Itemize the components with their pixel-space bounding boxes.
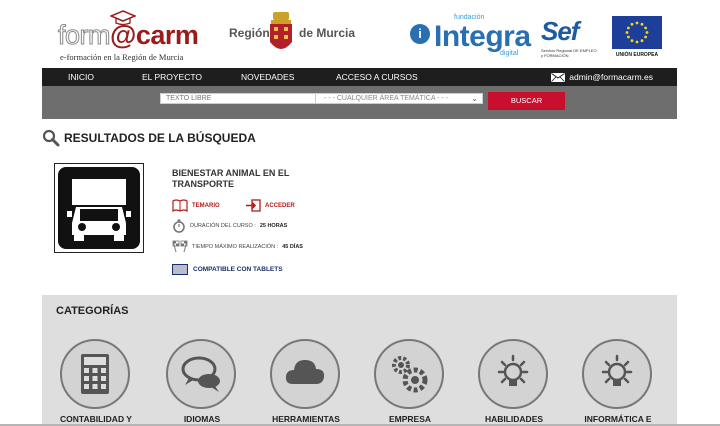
category-habilidades[interactable]: HABILIDADES: [464, 339, 560, 426]
coat-of-arms-icon: [270, 12, 292, 49]
categories-section: CATEGORÍAS CONTABILIDAD Y IDIOMAS HERRAM…: [42, 295, 677, 426]
cloud-icon: [285, 360, 325, 384]
category-informatica[interactable]: INFORMÁTICA E: [568, 339, 664, 426]
eu-logo[interactable]: UNIÓN EUROPEA: [612, 16, 662, 60]
gears-icon: [392, 356, 428, 393]
integra-i-icon: i: [410, 24, 430, 44]
main-nav: INICIO EL PROYECTO NOVEDADES ACCESO A CU…: [42, 68, 677, 86]
admin-email-link[interactable]: admin@formacarm.es: [551, 68, 653, 86]
region-murcia-logo[interactable]: Región de Murcia: [229, 12, 355, 62]
chevron-down-icon: ⌄: [471, 94, 478, 103]
login-arrow-icon: [246, 199, 261, 212]
envelope-icon: [551, 72, 566, 82]
course-image-truck[interactable]: [54, 163, 144, 253]
nav-item-novedades[interactable]: NOVEDADES: [241, 68, 294, 86]
eu-flag-icon: [612, 16, 662, 49]
temario-link[interactable]: TEMARIO: [172, 199, 220, 212]
category-empresa[interactable]: EMPRESA: [360, 339, 456, 426]
lightbulb-icon: [497, 354, 529, 386]
category-contabilidad[interactable]: CONTABILIDAD Y: [46, 339, 142, 426]
truck-icon: [67, 179, 131, 241]
magnifier-icon: [42, 129, 60, 147]
course-max-time: TIEMPO MÁXIMO REALIZACIÓN : 45 DÍAS: [172, 240, 303, 253]
categories-title: CATEGORÍAS: [56, 305, 129, 317]
calculator-icon: [81, 354, 109, 394]
sef-logo[interactable]: Sef Servicio Regional DE EMPLEO y FORMAC…: [541, 16, 597, 58]
site-header: form@carm e-formación en la Región de Mu…: [0, 0, 720, 68]
graduation-cap-icon: [110, 10, 136, 26]
speech-bubbles-icon: [181, 356, 220, 392]
search-button[interactable]: BUSCAR: [488, 92, 565, 110]
category-idiomas[interactable]: IDIOMAS: [152, 339, 248, 426]
thematic-area-select[interactable]: - - - CUALQUIER ÁREA TEMÁTICA - - - ⌄: [315, 93, 483, 104]
acceder-link[interactable]: ACCEDER: [245, 199, 295, 212]
nav-item-el-proyecto[interactable]: EL PROYECTO: [142, 68, 202, 86]
nav-item-inicio[interactable]: INICIO: [68, 68, 94, 86]
category-herramientas[interactable]: HERRAMIENTAS: [256, 339, 352, 426]
formacarm-logo[interactable]: form@carm e-formación en la Región de Mu…: [58, 10, 208, 62]
results-heading: RESULTADOS DE LA BÚSQUEDA: [42, 129, 256, 147]
nav-item-acceso-cursos[interactable]: ACCESO A CURSOS: [336, 68, 418, 86]
course-duration: DURACIÓN DEL CURSO : 25 HORAS: [172, 219, 287, 233]
lightbulb-icon: [601, 354, 633, 386]
formacarm-subtitle: e-formación en la Región de Murcia: [60, 52, 184, 62]
fundacion-integra-logo[interactable]: i fundación Integra digital: [410, 14, 531, 58]
course-title[interactable]: BIENESTAR ANIMAL EN EL TRANSPORTE: [172, 168, 322, 190]
open-book-icon: [172, 199, 188, 212]
tablet-compatibility: COMPATIBLE CON TABLETS: [172, 264, 283, 275]
stopwatch-icon: [173, 219, 185, 233]
tablet-icon: [172, 264, 188, 275]
checkered-flags-icon: [172, 240, 188, 253]
search-bar: TEXTO LIBRE - - - CUALQUIER ÁREA TEMÁTIC…: [42, 86, 677, 119]
